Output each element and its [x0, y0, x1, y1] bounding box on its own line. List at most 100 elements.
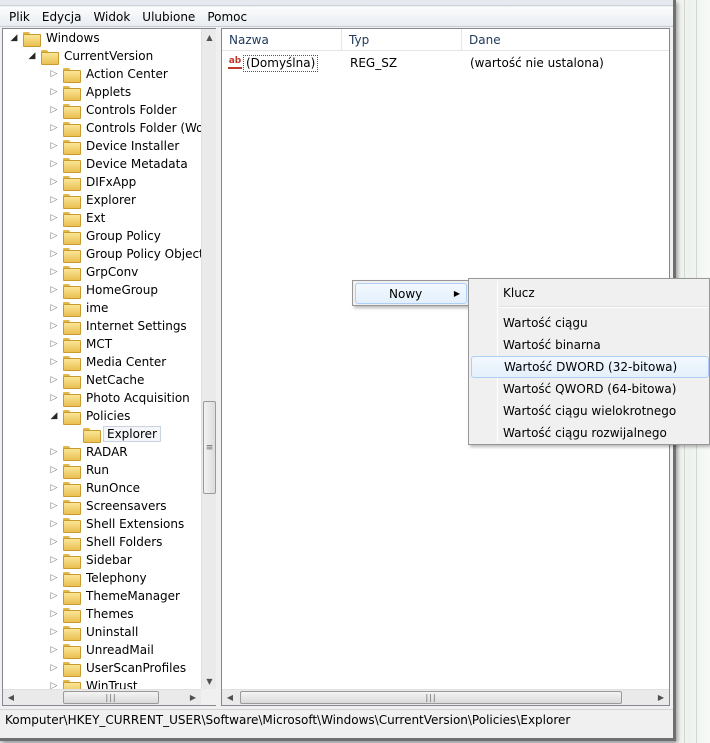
tree-item[interactable]: ▷ Themes: [49, 605, 137, 623]
submenu-item-key[interactable]: Klucz: [471, 282, 709, 304]
tree-scroll-thumb[interactable]: ≡: [203, 401, 216, 494]
tree-item[interactable]: ▷ ime: [49, 299, 111, 317]
context-menu-item-new[interactable]: Nowy ▶: [355, 283, 467, 304]
tree-item[interactable]: ▷ Run: [49, 461, 112, 479]
submenu-item-dword-value[interactable]: Wartość DWORD (32-bitowa): [471, 356, 709, 378]
tree-item[interactable]: ▷ Controls Folder (Wow6: [49, 119, 201, 137]
tree-item[interactable]: ▷ Device Metadata: [49, 155, 191, 173]
tree-item[interactable]: ▷ NetCache: [49, 371, 147, 389]
scroll-right-arrow-icon[interactable]: ▶: [185, 690, 201, 705]
scroll-left-arrow-icon[interactable]: ◀: [222, 690, 238, 705]
expand-arrow-icon[interactable]: ▷: [49, 497, 59, 515]
scroll-left-arrow-icon[interactable]: ◀: [3, 690, 19, 705]
expand-arrow-icon[interactable]: ▷: [49, 677, 59, 689]
expand-arrow-icon[interactable]: ▷: [49, 443, 59, 461]
tree-item-currentversion[interactable]: ◢ CurrentVersion: [27, 47, 156, 65]
collapse-arrow-icon[interactable]: ◢: [27, 47, 37, 65]
expand-arrow-icon[interactable]: ▷: [49, 371, 59, 389]
tree-item[interactable]: ▷ RunOnce: [49, 479, 143, 497]
tree-item[interactable]: ▷ UnreadMail: [49, 641, 157, 659]
expand-arrow-icon[interactable]: ▷: [49, 191, 59, 209]
expand-arrow-icon[interactable]: ▷: [49, 623, 59, 641]
scroll-up-arrow-icon[interactable]: ▲: [202, 29, 217, 45]
expand-arrow-icon[interactable]: ▷: [49, 173, 59, 191]
tree-item[interactable]: ▷ UserScanProfiles: [49, 659, 189, 677]
expand-arrow-icon[interactable]: ▷: [49, 587, 59, 605]
submenu-item-string-value[interactable]: Wartość ciągu: [471, 312, 709, 334]
tree-vertical-scrollbar[interactable]: ▲ ≡ ▼: [201, 29, 216, 689]
submenu-item-qword-value[interactable]: Wartość QWORD (64-bitowa): [471, 378, 709, 400]
expand-arrow-icon[interactable]: ▷: [49, 515, 59, 533]
tree-horizontal-scrollbar[interactable]: ◀ ||| ▶: [3, 689, 201, 705]
tree-item[interactable]: ▷ Screensavers: [49, 497, 170, 515]
expand-arrow-icon[interactable]: ▷: [49, 227, 59, 245]
expand-arrow-icon[interactable]: ▷: [49, 335, 59, 353]
expand-arrow-icon[interactable]: ▷: [49, 461, 59, 479]
tree-item[interactable]: ▷ HomeGroup: [49, 281, 161, 299]
collapse-arrow-icon[interactable]: ◢: [49, 407, 59, 425]
tree-hscroll-thumb[interactable]: |||: [63, 691, 159, 704]
tree-item[interactable]: ▷ ThemeManager: [49, 587, 183, 605]
tree-item[interactable]: ▷ WinTrust: [49, 677, 141, 689]
tree-item[interactable]: Explorer: [69, 425, 161, 443]
expand-arrow-icon[interactable]: ▷: [49, 299, 59, 317]
expand-arrow-icon[interactable]: ▷: [49, 353, 59, 371]
column-header-type[interactable]: Typ: [342, 29, 462, 51]
expand-arrow-icon[interactable]: ▷: [49, 641, 59, 659]
tree-item[interactable]: ▷ Shell Folders: [49, 533, 165, 551]
scroll-down-arrow-icon[interactable]: ▼: [202, 673, 217, 689]
submenu-item-multi-string-value[interactable]: Wartość ciągu wielokrotnego: [471, 400, 709, 422]
expand-arrow-icon[interactable]: ▷: [49, 65, 59, 83]
tree-item[interactable]: ▷ RADAR: [49, 443, 131, 461]
tree-item[interactable]: ▷ Action Center: [49, 65, 171, 83]
submenu-item-expandable-string-value[interactable]: Wartość ciągu rozwijalnego: [471, 422, 709, 444]
tree-item[interactable]: ▷ Telephony: [49, 569, 150, 587]
expand-arrow-icon[interactable]: ▷: [49, 155, 59, 173]
list-horizontal-scrollbar[interactable]: ◀ ||| ▶: [222, 689, 669, 705]
expand-arrow-icon[interactable]: ▷: [49, 551, 59, 569]
collapse-arrow-icon[interactable]: ◢: [9, 29, 19, 47]
tree-item[interactable]: ▷ Controls Folder: [49, 101, 180, 119]
tree-item[interactable]: ▷ Group Policy: [49, 227, 164, 245]
expand-arrow-icon[interactable]: ▷: [49, 533, 59, 551]
tree-item[interactable]: ▷ MCT: [49, 335, 115, 353]
tree-item[interactable]: ▷ GrpConv: [49, 263, 141, 281]
tree-item[interactable]: ▷ Group Policy Objects: [49, 245, 201, 263]
expand-arrow-icon[interactable]: ▷: [49, 605, 59, 623]
menu-edit[interactable]: Edycja: [36, 10, 88, 24]
expand-arrow-icon[interactable]: ▷: [49, 281, 59, 299]
tree-item-windows[interactable]: ◢ Windows: [9, 29, 103, 47]
tree-item[interactable]: ▷ Sidebar: [49, 551, 135, 569]
tree-item[interactable]: ▷ DIFxApp: [49, 173, 139, 191]
expand-arrow-icon[interactable]: ▷: [49, 119, 59, 137]
expand-arrow-icon[interactable]: ▷: [49, 245, 59, 263]
registry-tree-pane[interactable]: ◢ Windows ◢ CurrentVersion ▷ Action Cente…: [2, 28, 216, 706]
tree-item[interactable]: ▷ Photo Acquisition: [49, 389, 193, 407]
menu-favorites[interactable]: Ulubione: [136, 10, 201, 24]
expand-arrow-icon[interactable]: ▷: [49, 209, 59, 227]
expand-arrow-icon[interactable]: ▷: [49, 83, 59, 101]
expand-arrow-icon[interactable]: ▷: [49, 137, 59, 155]
expand-arrow-icon[interactable]: ▷: [49, 101, 59, 119]
tree-item[interactable]: ▷ Internet Settings: [49, 317, 190, 335]
tree-item[interactable]: ▷ Media Center: [49, 353, 169, 371]
scroll-right-arrow-icon[interactable]: ▶: [653, 690, 669, 705]
expand-arrow-icon[interactable]: ▷: [49, 659, 59, 677]
tree-item[interactable]: ▷ Device Installer: [49, 137, 182, 155]
expand-arrow-icon[interactable]: ▷: [49, 389, 59, 407]
tree-item[interactable]: ▷ Shell Extensions: [49, 515, 187, 533]
expand-arrow-icon[interactable]: ▷: [49, 317, 59, 335]
column-header-name[interactable]: Nazwa: [222, 29, 342, 51]
column-header-data[interactable]: Dane: [462, 29, 669, 51]
expand-arrow-icon[interactable]: ▷: [49, 263, 59, 281]
tree-item[interactable]: ◢ Policies: [49, 407, 133, 425]
tree-item[interactable]: ▷ Ext: [49, 209, 108, 227]
menu-view[interactable]: Widok: [87, 10, 136, 24]
menu-file[interactable]: Plik: [3, 10, 36, 24]
list-hscroll-thumb[interactable]: |||: [240, 691, 622, 704]
tree-item[interactable]: ▷ Explorer: [49, 191, 139, 209]
submenu-item-binary-value[interactable]: Wartość binarna: [471, 334, 709, 356]
expand-arrow-icon[interactable]: ▷: [49, 479, 59, 497]
tree-item[interactable]: ▷ Applets: [49, 83, 134, 101]
menu-help[interactable]: Pomoc: [201, 10, 253, 24]
